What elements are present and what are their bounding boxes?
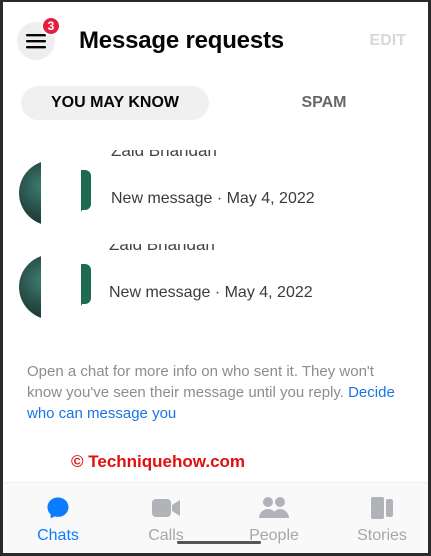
avatar <box>19 254 93 320</box>
sender-name: Zaid Bhandari <box>109 244 215 254</box>
people-icon <box>259 497 289 518</box>
watermark: © Techniquehow.com <box>71 452 246 471</box>
edit-button[interactable]: EDIT <box>370 32 406 50</box>
hamburger-icon <box>26 34 46 49</box>
video-camera-icon <box>152 499 180 517</box>
info-body: Open a chat for more info on who sent it… <box>27 363 374 401</box>
request-tabs: YOU MAY KNOW SPAM <box>21 86 411 122</box>
message-requests-screen: 3 Message requests EDIT YOU MAY KNOW SPA… <box>0 0 431 556</box>
notification-badge: 3 <box>41 16 61 36</box>
stories-icon <box>371 497 393 519</box>
message-meta: New message · May 4, 2022 <box>109 284 313 301</box>
list-item[interactable]: Zaid Bhandari New message · May 4, 2022 <box>3 244 428 320</box>
nav-chats[interactable]: Chats <box>13 495 103 545</box>
avatar <box>19 160 93 226</box>
header: 3 Message requests EDIT <box>3 2 428 78</box>
nav-stories[interactable]: Stories <box>337 495 427 545</box>
sender-name: Zaid Bhandari <box>111 150 217 160</box>
home-indicator <box>177 541 261 544</box>
nav-chats-label: Chats <box>37 527 79 544</box>
list-item[interactable]: Zaid Bhandari New message · May 4, 2022 <box>3 150 428 226</box>
tab-you-may-know[interactable]: YOU MAY KNOW <box>21 86 209 120</box>
nav-people[interactable]: People <box>229 495 319 545</box>
tab-spam[interactable]: SPAM <box>269 86 379 120</box>
message-meta: New message · May 4, 2022 <box>111 190 315 207</box>
nav-calls[interactable]: Calls <box>121 495 211 545</box>
info-text: Open a chat for more info on who sent it… <box>27 361 407 424</box>
chat-bubble-icon <box>47 497 69 519</box>
bottom-nav: Chats Calls People Stories <box>3 482 428 553</box>
nav-stories-label: Stories <box>357 527 407 544</box>
page-title: Message requests <box>79 27 284 54</box>
